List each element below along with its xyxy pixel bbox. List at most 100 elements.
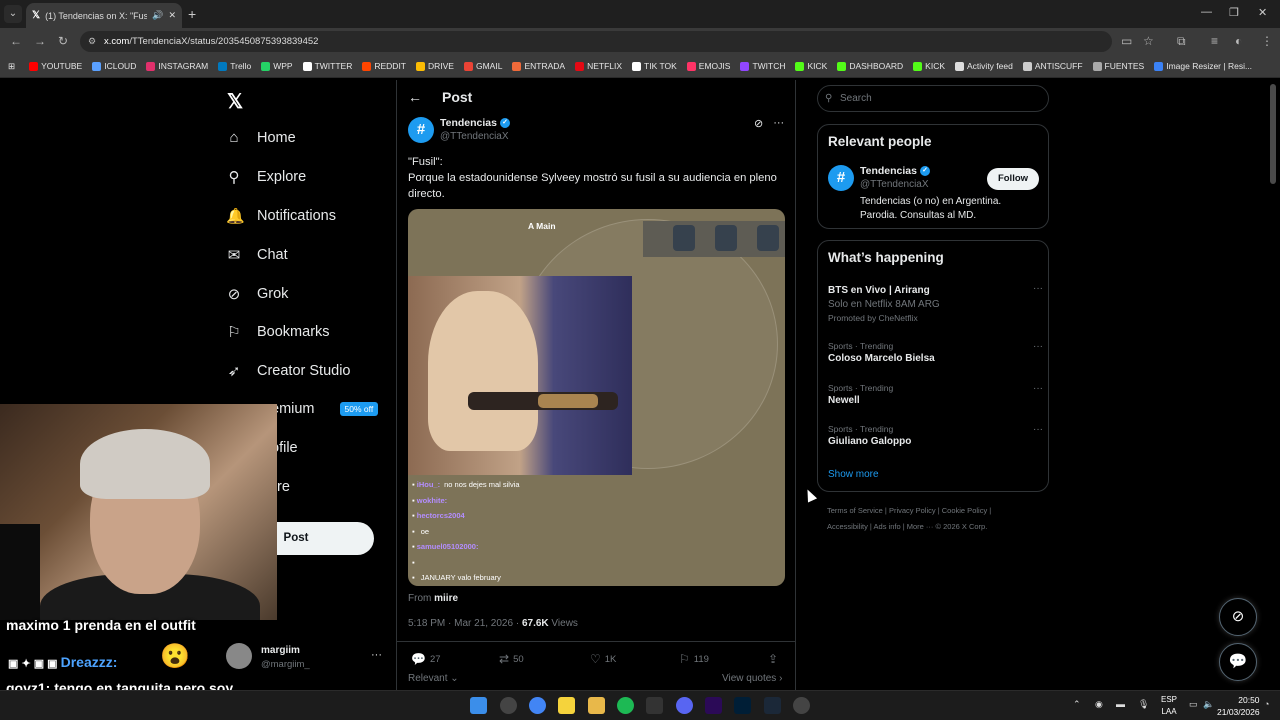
more-dots-icon[interactable]: ··· — [773, 117, 784, 130]
chrome-icon[interactable] — [529, 697, 546, 714]
spotify-icon[interactable] — [617, 697, 634, 714]
notifications-icon[interactable]: ◔ — [1264, 699, 1269, 709]
tab-search-button[interactable]: ⌄ — [4, 5, 22, 23]
bookmark-button[interactable]: ⚐ 119 — [679, 652, 709, 666]
search-input[interactable]: ⚲ Search — [817, 85, 1049, 112]
star-icon[interactable]: ☆ — [1143, 34, 1154, 48]
reply-sort-dropdown[interactable]: Relevant ⌄ — [408, 673, 459, 684]
bookmark-item[interactable]: TIK TOK — [632, 61, 677, 71]
app-icon[interactable] — [793, 697, 810, 714]
back-icon[interactable]: ← — [10, 34, 22, 48]
apps-grid-icon[interactable]: ⊞ — [8, 61, 15, 72]
url-bar[interactable]: ⚙ x.com/TTendenciaX/status/2035450875393… — [80, 31, 1112, 52]
microphone-icon[interactable]: 🎙 — [1138, 699, 1149, 710]
nav-item-explore[interactable]: ⚲ Explore — [226, 168, 307, 186]
post-media-video[interactable]: A Main ▪ iHou_: no nos dejes mal silvia ▪ … — [408, 209, 785, 586]
back-arrow-icon[interactable]: ← — [408, 89, 422, 105]
reload-icon[interactable]: ↻ — [58, 34, 68, 48]
post-timestamp[interactable]: 5:18 PM · Mar 21, 2026 · — [408, 618, 522, 629]
reply-button[interactable]: 💬 27 — [411, 652, 441, 666]
bookmark-item[interactable]: TWITTER — [302, 61, 352, 71]
language-indicator[interactable]: ESP LAA — [1161, 694, 1177, 718]
account-switcher[interactable]: margiim @margiim_ ··· — [226, 643, 386, 673]
person-name[interactable]: Tendencias ✓ — [860, 165, 930, 177]
author-handle[interactable]: @TTendenciaX — [440, 131, 509, 142]
footer-links[interactable]: Accessibility | Ads info | More ··· © 20… — [827, 522, 987, 531]
forward-icon[interactable]: → — [34, 34, 46, 48]
bookmark-item[interactable]: INSTAGRAM — [146, 61, 208, 71]
nav-item-creator-studio[interactable]: ➶ Creator Studio — [226, 362, 351, 380]
menu-kebab-icon[interactable]: ⋮ — [1261, 34, 1273, 48]
like-button[interactable]: ♡ 1K — [590, 652, 616, 666]
extensions-icon[interactable]: ⧉ — [1177, 34, 1186, 49]
trend-item[interactable]: Sports · Trending Coloso Marcelo Bielsa ··… — [828, 341, 1043, 364]
more-dots-icon[interactable]: ··· — [1033, 341, 1043, 352]
more-dots-icon[interactable]: ··· — [1033, 383, 1043, 394]
clock[interactable]: 20:50 21/03/2026 — [1217, 694, 1260, 718]
tray-icon[interactable]: ▬ — [1116, 699, 1125, 709]
footer-links[interactable]: Terms of Service | Privacy Policy | Cook… — [827, 506, 991, 515]
bookmark-item[interactable]: KICK — [795, 61, 827, 71]
bookmark-item[interactable]: Activity feed — [955, 61, 1013, 71]
person-handle[interactable]: @TTendenciaX — [860, 179, 929, 190]
bookmark-item[interactable]: DASHBOARD — [837, 61, 903, 71]
more-dots-icon[interactable]: ··· — [1033, 424, 1043, 435]
bookmark-item[interactable]: ICLOUD — [92, 61, 136, 71]
view-quotes-link[interactable]: View quotes › — [722, 673, 782, 684]
bookmark-item[interactable]: REDDIT — [362, 61, 406, 71]
bookmark-item[interactable]: FUENTES — [1092, 61, 1144, 71]
bookmark-item[interactable]: TWITCH — [740, 61, 785, 71]
bookmark-item[interactable]: ANTISCUFF — [1022, 61, 1083, 71]
bookmark-item[interactable]: DRIVE — [416, 61, 454, 71]
tray-icon[interactable]: ◉ — [1095, 699, 1103, 710]
bookmark-item[interactable]: Trello — [218, 61, 251, 71]
file-explorer-icon[interactable] — [588, 697, 605, 714]
notes-icon[interactable] — [558, 697, 575, 714]
from-user[interactable]: miire — [434, 593, 458, 604]
volume-icon[interactable]: 🔈 — [1203, 699, 1214, 710]
person-avatar[interactable]: # — [828, 165, 854, 191]
steam-icon[interactable] — [764, 697, 781, 714]
photoshop-icon[interactable] — [734, 697, 751, 714]
author-name[interactable]: Tendencias ✓ — [440, 117, 510, 129]
bookmark-item[interactable]: WPP — [261, 61, 293, 71]
premiere-icon[interactable] — [705, 697, 722, 714]
repost-button[interactable]: ⇄ 50 — [499, 652, 524, 666]
tray-chevron-icon[interactable]: ⌃ — [1073, 699, 1081, 710]
nav-item-home[interactable]: ⌂ Home — [226, 129, 295, 146]
trend-item[interactable]: BTS en Vivo | Arirang Solo en Netflix 8AM… — [828, 283, 1043, 323]
close-window-button[interactable]: ✕ — [1258, 6, 1267, 19]
trend-item[interactable]: Sports · Trending Newell ··· — [828, 383, 1043, 406]
follow-button[interactable]: Follow — [987, 168, 1039, 190]
bookmark-item[interactable]: NETFLIX — [575, 61, 622, 71]
app-icon[interactable] — [500, 697, 517, 714]
nav-item-notifications[interactable]: 🔔 Notifications — [226, 207, 336, 225]
scrollbar[interactable] — [1270, 84, 1276, 184]
app-icon[interactable] — [646, 697, 663, 714]
tab-close-icon[interactable]: ✕ — [168, 10, 176, 21]
new-tab-button[interactable]: + — [188, 6, 196, 22]
bookmark-item[interactable]: GMAIL — [463, 61, 502, 71]
site-info-icon[interactable]: ⚙ — [88, 31, 96, 52]
bookmark-item[interactable]: ENTRADA — [512, 61, 565, 71]
bookmark-item[interactable]: EMOJIS — [686, 61, 730, 71]
windows-start-icon[interactable] — [470, 697, 487, 714]
x-logo-icon[interactable]: 𝕏 — [227, 89, 243, 114]
trend-item[interactable]: Sports · Trending Giuliano Galoppo ··· — [828, 424, 1043, 447]
discord-icon[interactable] — [676, 697, 693, 714]
maximize-button[interactable]: ❐ — [1229, 6, 1239, 19]
share-button[interactable]: ⇪ — [768, 652, 778, 666]
author-avatar[interactable]: # — [408, 117, 434, 143]
more-dots-icon[interactable]: ··· — [371, 649, 382, 661]
minimize-button[interactable]: — — [1201, 6, 1212, 18]
messages-fab-button[interactable]: 💬 — [1219, 643, 1257, 681]
speaker-icon[interactable]: 🔊 — [152, 10, 163, 21]
grok-icon[interactable]: ⊘ — [754, 117, 763, 130]
show-more-link[interactable]: Show more — [828, 469, 879, 480]
browser-tab[interactable]: 𝕏 (1) Tendencias on X: "Fusil" 🔊 ✕ — [26, 3, 182, 28]
bookmark-item[interactable]: YOUTUBE — [29, 61, 82, 71]
network-icon[interactable]: ▭ — [1189, 699, 1198, 710]
nav-item-chat[interactable]: ✉ Chat — [226, 246, 288, 264]
more-dots-icon[interactable]: ··· — [1033, 283, 1043, 294]
nav-item-grok[interactable]: ⊘ Grok — [226, 285, 289, 303]
